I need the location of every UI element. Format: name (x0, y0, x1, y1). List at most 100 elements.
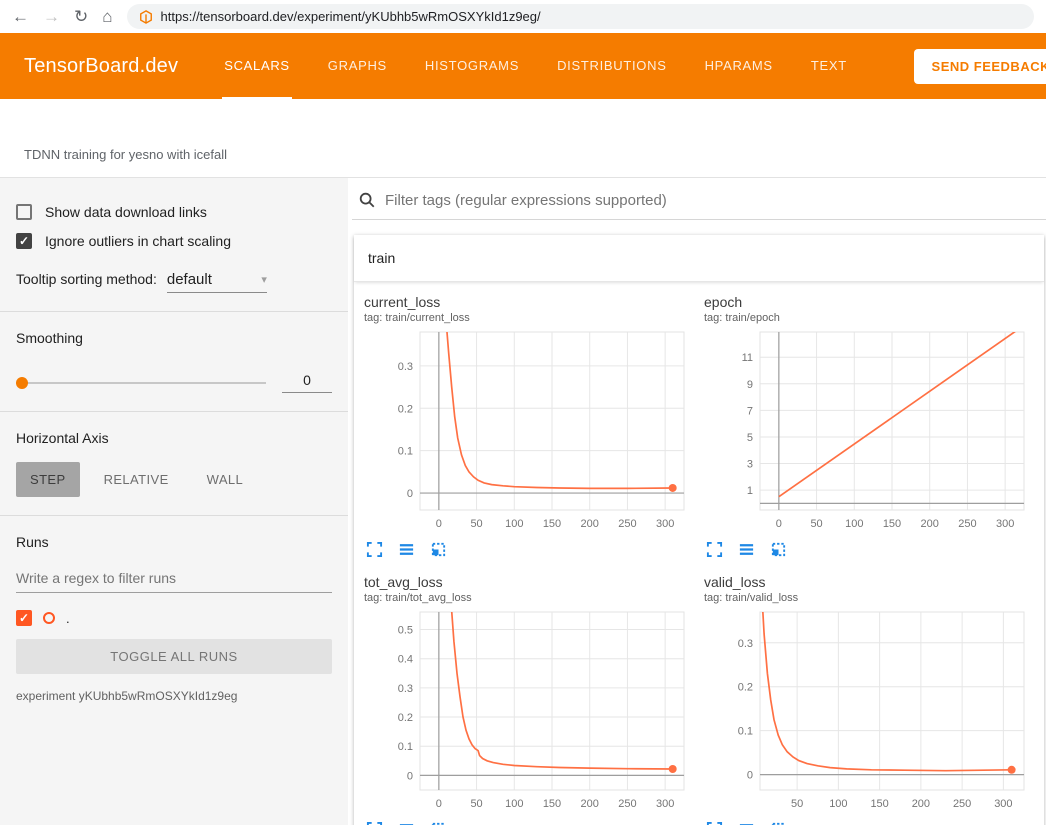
run-row: ✓ . (16, 610, 332, 626)
chart-tag: tag: train/tot_avg_loss (364, 591, 696, 606)
show-download-links-label: Show data download links (45, 204, 207, 220)
horizontal-axis-buttons: STEP RELATIVE WALL (16, 462, 332, 497)
svg-text:0.2: 0.2 (398, 712, 413, 724)
fullscreen-icon[interactable] (366, 821, 383, 825)
fit-domain-icon[interactable] (770, 541, 787, 558)
svg-text:0.3: 0.3 (398, 361, 413, 373)
svg-text:0.4: 0.4 (398, 654, 413, 666)
chart-title: current_loss (364, 294, 696, 311)
line-chart-current-loss[interactable]: 05010015020025030000.10.20.3 (364, 328, 694, 536)
smoothing-label: Smoothing (16, 330, 332, 346)
runs-filter-input[interactable] (16, 564, 332, 593)
line-chart-valid-loss[interactable]: 5010015020025030000.10.20.3 (704, 608, 1034, 816)
chart-tag: tag: train/epoch (704, 311, 1036, 326)
forward-icon[interactable]: → (43, 8, 60, 25)
tooltip-sorting-row: Tooltip sorting method: default ▾ (16, 271, 332, 293)
tab-histograms[interactable]: HISTOGRAMS (423, 33, 521, 99)
divider (0, 311, 348, 312)
tab-text[interactable]: TEXT (809, 33, 849, 99)
smoothing-slider-thumb[interactable] (16, 377, 28, 389)
chart-card-current-loss: current_loss tag: train/current_loss 050… (364, 294, 696, 558)
show-download-links-row: Show data download links (16, 204, 332, 220)
svg-text:300: 300 (656, 518, 674, 530)
tab-graphs[interactable]: GRAPHS (326, 33, 389, 99)
content: Show data download links ✓ Ignore outlie… (0, 178, 1046, 825)
svg-text:100: 100 (829, 798, 847, 810)
svg-text:150: 150 (543, 798, 561, 810)
svg-text:0.2: 0.2 (738, 682, 753, 694)
chevron-down-icon: ▾ (261, 273, 267, 286)
fullscreen-icon[interactable] (706, 821, 723, 825)
svg-text:200: 200 (921, 518, 939, 530)
chart-toolbar (704, 816, 1036, 825)
svg-text:100: 100 (845, 518, 863, 530)
horizontal-axis-label: Horizontal Axis (16, 430, 332, 446)
tag-group-card: train current_loss tag: train/current_lo… (354, 235, 1044, 825)
chart-card-valid-loss: valid_loss tag: train/valid_loss 5010015… (704, 574, 1036, 825)
svg-text:250: 250 (618, 518, 636, 530)
show-download-links-checkbox[interactable] (16, 204, 32, 220)
fullscreen-icon[interactable] (706, 541, 723, 558)
home-icon[interactable]: ⌂ (102, 8, 112, 25)
reload-icon[interactable]: ↻ (74, 8, 88, 25)
ignore-outliers-label: Ignore outliers in chart scaling (45, 233, 231, 249)
svg-text:5: 5 (747, 432, 753, 444)
svg-text:0.2: 0.2 (398, 403, 413, 415)
svg-text:9: 9 (747, 379, 753, 391)
toggle-all-runs-button[interactable]: TOGGLE ALL RUNS (16, 639, 332, 674)
chart-card-epoch: epoch tag: train/epoch 05010015020025030… (704, 294, 1036, 558)
back-icon[interactable]: ← (12, 8, 29, 25)
address-bar[interactable]: https://tensorboard.dev/experiment/yKUbh… (127, 4, 1034, 29)
main-panel: train current_loss tag: train/current_lo… (348, 178, 1046, 825)
smoothing-slider[interactable] (16, 382, 266, 384)
smoothing-value[interactable]: 0 (282, 372, 332, 393)
chart-tag: tag: train/valid_loss (704, 591, 1036, 606)
view-data-icon[interactable] (738, 821, 755, 825)
svg-text:50: 50 (810, 518, 822, 530)
run-name: . (66, 611, 70, 626)
ignore-outliers-checkbox[interactable]: ✓ (16, 233, 32, 249)
experiment-description: TDNN training for yesno with icefall (24, 147, 227, 162)
divider (0, 411, 348, 412)
tooltip-sorting-dropdown[interactable]: default ▾ (167, 271, 267, 293)
view-data-icon[interactable] (738, 541, 755, 558)
axis-step-button[interactable]: STEP (16, 462, 80, 497)
svg-text:0.1: 0.1 (398, 741, 413, 753)
tab-scalars[interactable]: SCALARS (222, 33, 292, 99)
line-chart-tot-avg-loss[interactable]: 05010015020025030000.10.20.30.40.5 (364, 608, 694, 816)
tab-hparams[interactable]: HPARAMS (703, 33, 775, 99)
url-text: https://tensorboard.dev/experiment/yKUbh… (161, 9, 541, 24)
axis-relative-button[interactable]: RELATIVE (90, 462, 183, 497)
svg-text:300: 300 (994, 798, 1012, 810)
tooltip-sorting-value: default (167, 271, 212, 288)
run-checkbox[interactable]: ✓ (16, 610, 32, 626)
app-header: TensorBoard.dev SCALARS GRAPHS HISTOGRAM… (0, 33, 1046, 99)
tab-distributions[interactable]: DISTRIBUTIONS (555, 33, 669, 99)
send-feedback-button[interactable]: SEND FEEDBACK (914, 49, 1046, 84)
svg-text:0: 0 (436, 518, 442, 530)
svg-text:0.3: 0.3 (738, 638, 753, 650)
chart-title: valid_loss (704, 574, 1036, 591)
fit-domain-icon[interactable] (770, 821, 787, 825)
view-data-icon[interactable] (398, 821, 415, 825)
svg-text:3: 3 (747, 459, 753, 471)
settings-sidebar: Show data download links ✓ Ignore outlie… (0, 178, 348, 825)
app-logo: TensorBoard.dev (24, 55, 178, 78)
axis-wall-button[interactable]: WALL (193, 462, 258, 497)
fit-domain-icon[interactable] (430, 541, 447, 558)
chart-toolbar (364, 536, 696, 558)
svg-text:0.1: 0.1 (398, 446, 413, 458)
svg-text:0: 0 (776, 518, 782, 530)
tag-group-header[interactable]: train (354, 235, 1044, 282)
svg-text:200: 200 (581, 798, 599, 810)
chart-toolbar (364, 816, 696, 825)
tooltip-sorting-label: Tooltip sorting method: (16, 271, 157, 287)
experiment-bar: TDNN training for yesno with icefall (0, 99, 1046, 178)
tag-filter-input[interactable] (385, 192, 1038, 209)
view-data-icon[interactable] (398, 541, 415, 558)
fit-domain-icon[interactable] (430, 821, 447, 825)
svg-text:0: 0 (436, 798, 442, 810)
line-chart-epoch[interactable]: 0501001502002503001357911 (704, 328, 1034, 536)
svg-text:250: 250 (953, 798, 971, 810)
fullscreen-icon[interactable] (366, 541, 383, 558)
